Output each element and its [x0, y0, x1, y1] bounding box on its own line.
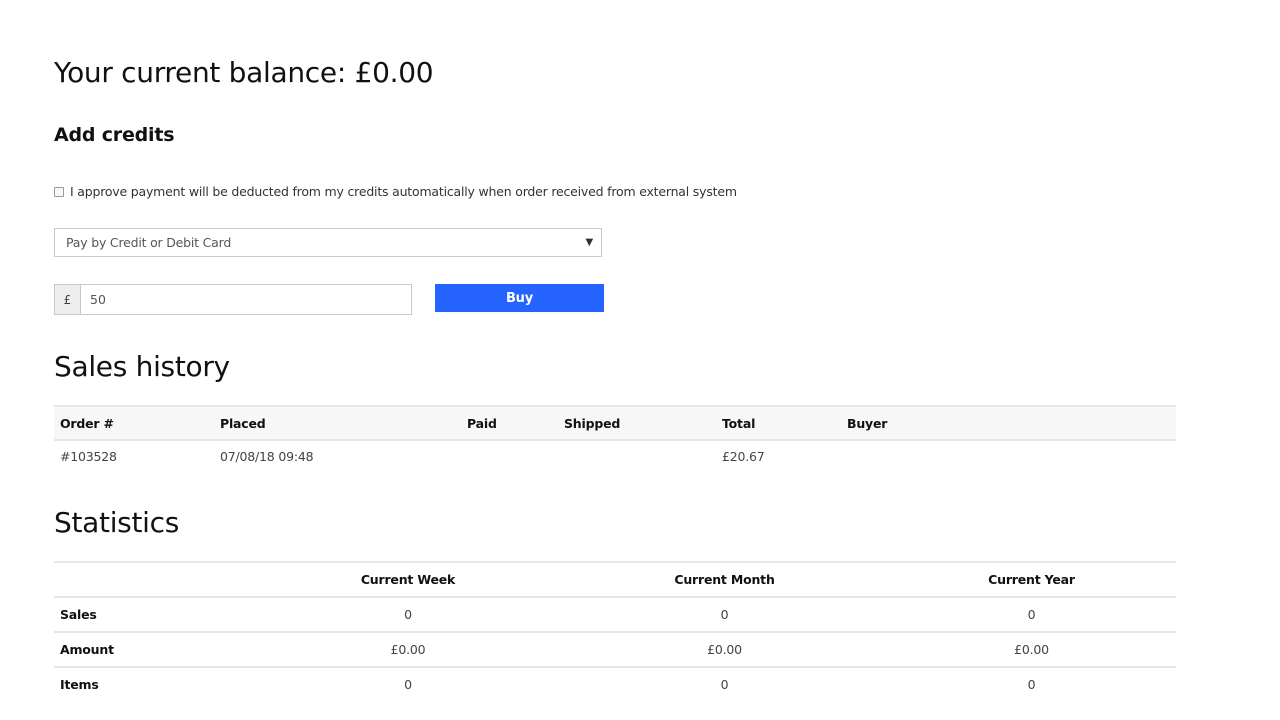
column-header-paid: Paid: [461, 405, 558, 441]
table-row: Amount £0.00 £0.00 £0.00: [54, 632, 1176, 668]
column-header-metric: [54, 561, 254, 598]
sales-history-heading: Sales history: [54, 350, 230, 383]
sales-week: 0: [254, 597, 562, 633]
column-header-current-month: Current Month: [562, 561, 887, 598]
payment-method-select[interactable]: Pay by Credit or Debit Card ▼: [54, 228, 602, 257]
order-buyer: [841, 440, 1176, 472]
row-label-amount: Amount: [54, 632, 254, 668]
items-week: 0: [404, 677, 412, 692]
row-label-sales: Sales: [54, 597, 254, 633]
amount-input-group: £: [54, 284, 412, 315]
sales-year: 0: [887, 597, 1176, 633]
approve-payment-checkbox[interactable]: [54, 186, 64, 197]
dropdown-arrow-icon: ▼: [585, 237, 594, 248]
column-header-buyer: Buyer: [841, 405, 1176, 441]
items-year: 0: [1027, 677, 1036, 692]
balance-value: £0.00: [354, 56, 434, 89]
buy-button[interactable]: Buy: [435, 284, 604, 312]
amount-input[interactable]: [81, 285, 411, 314]
approve-payment-label: I approve payment will be deducted from …: [70, 184, 737, 199]
order-number: #103528: [60, 449, 117, 464]
amount-week: £0.00: [254, 632, 562, 668]
column-header-current-year: Current Year: [887, 561, 1176, 598]
row-label-items: Items: [60, 677, 99, 692]
sales-month: 0: [562, 597, 887, 633]
table-header-row: Current Week Current Month Current Year: [54, 561, 1176, 598]
column-header-current-week: Current Week: [254, 561, 562, 598]
column-header-order: Order #: [54, 405, 214, 441]
add-credits-heading: Add credits: [54, 124, 175, 146]
approve-payment-checkbox-row[interactable]: I approve payment will be deducted from …: [54, 184, 737, 199]
items-month: 0: [720, 677, 729, 692]
sales-history-table: Order # Placed Paid Shipped Total Buyer …: [54, 405, 1176, 472]
column-header-total: Total: [716, 405, 841, 441]
order-shipped: [558, 440, 716, 472]
column-header-placed: Placed: [214, 405, 461, 441]
payment-method-value: Pay by Credit or Debit Card: [66, 235, 232, 250]
column-header-shipped: Shipped: [558, 405, 716, 441]
amount-year: £0.00: [887, 632, 1176, 668]
table-row[interactable]: #103528 07/08/18 09:48 £20.67: [54, 440, 1176, 472]
amount-month: £0.00: [562, 632, 887, 668]
order-placed: 07/08/18 09:48: [220, 449, 314, 464]
statistics-heading: Statistics: [54, 506, 179, 539]
table-row: Items 0 0 0: [54, 667, 1176, 701]
order-paid: [461, 440, 558, 472]
table-header-row: Order # Placed Paid Shipped Total Buyer: [54, 405, 1176, 441]
statistics-table: Current Week Current Month Current Year …: [54, 561, 1176, 701]
table-row: Sales 0 0 0: [54, 597, 1176, 633]
order-total: £20.67: [722, 449, 765, 464]
balance-label: Your current balance:: [54, 56, 346, 89]
currency-prefix: £: [55, 285, 81, 314]
balance-heading: Your current balance: £0.00: [54, 56, 434, 89]
